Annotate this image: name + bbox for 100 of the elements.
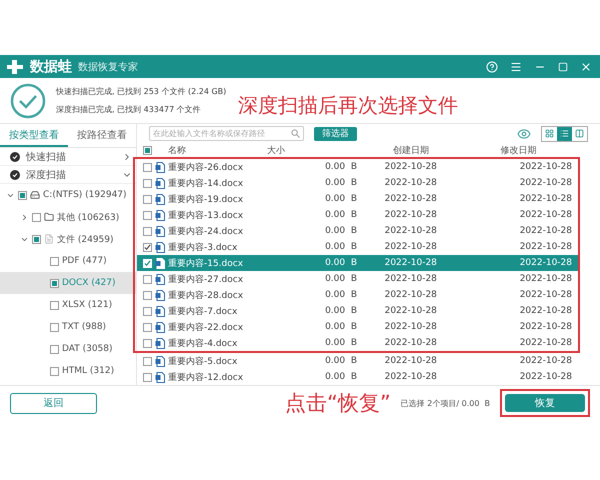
checkbox[interactable] — [143, 290, 152, 300]
file-row[interactable]: 重要内容-15.docx 0.00 B 2022-10-28 2022-10-28 — [137, 255, 578, 271]
file-name: 重要内容-13.docx — [168, 210, 244, 222]
scan-mode-item[interactable]: 深度扫描 — [0, 166, 136, 184]
date-cell-text: 2022-10-28 — [384, 242, 438, 252]
checkbox[interactable] — [50, 322, 59, 332]
list-icon — [560, 129, 569, 138]
search-field[interactable]: 在此处输入文件名称或保存路径 — [149, 126, 304, 142]
size-cell-text: 0.00 B — [324, 356, 357, 366]
file-name: 重要内容-26.docx — [168, 162, 244, 174]
file-name: 重要内容-3.docx — [168, 242, 238, 254]
file-row[interactable]: 重要内容-4.docx 0.00 B 2022-10-28 2022-10-28 — [137, 335, 578, 351]
checkbox[interactable] — [143, 162, 152, 172]
file-name: 重要内容-24.docx — [168, 226, 244, 238]
selection-summary: 已选择 2个项目/ 0.00 B — [400, 398, 490, 408]
scan-mode-label: 深度扫描 — [26, 168, 67, 182]
checkbox[interactable] — [50, 300, 59, 310]
date-cell-text: 2022-10-28 — [518, 372, 572, 382]
size-cell-text: 0.00 B — [324, 258, 357, 268]
checkbox[interactable] — [143, 226, 152, 236]
cross-logo-icon — [6, 58, 24, 74]
checkbox[interactable] — [18, 190, 27, 200]
file-row[interactable]: 重要内容-19.docx 0.00 B 2022-10-28 2022-10-28 — [137, 191, 578, 207]
date-cell-text: 2022-10-28 — [518, 322, 572, 332]
date-cell-text: 2022-10-28 — [518, 258, 572, 268]
checkbox[interactable] — [143, 306, 152, 316]
columns-icon — [575, 129, 584, 138]
date-cell-text: 2022-10-28 — [384, 226, 438, 236]
size-cell-text: 0.00 B — [324, 322, 357, 332]
file-row[interactable]: 重要内容-26.docx 0.00 B 2022-10-28 2022-10-28 — [137, 159, 578, 175]
app-subtitle: 数据恢复专家 — [78, 60, 139, 74]
size-cell-text: 0.00 B — [324, 290, 357, 300]
checkbox[interactable] — [143, 194, 152, 204]
checkbox[interactable] — [50, 366, 59, 376]
checkbox[interactable] — [143, 178, 152, 188]
file-row[interactable]: 重要内容-24.docx 0.00 B 2022-10-28 2022-10-28 — [137, 223, 578, 239]
tree-item[interactable]: TXT (988) — [0, 316, 136, 338]
checkbox[interactable] — [143, 146, 152, 155]
close-icon[interactable] — [580, 60, 592, 72]
checkbox[interactable] — [32, 212, 41, 222]
menu-icon[interactable] — [510, 60, 522, 72]
tree-item[interactable]: DAT (3058) — [0, 338, 136, 360]
recover-button[interactable]: 恢复 — [505, 394, 585, 412]
back-button[interactable]: 返回 — [10, 392, 97, 414]
checkbox[interactable] — [50, 278, 59, 288]
help-icon[interactable] — [486, 60, 498, 72]
eye-icon[interactable] — [517, 126, 531, 141]
column-header[interactable]: 大小 — [267, 144, 357, 157]
column-header[interactable]: 创建日期 — [357, 144, 464, 157]
document-icon — [155, 338, 165, 348]
checkbox[interactable] — [143, 242, 152, 252]
file-row[interactable]: 重要内容-27.docx 0.00 B 2022-10-28 2022-10-28 — [137, 271, 578, 287]
view-tab[interactable]: 按路径查看 — [68, 124, 136, 147]
document-icon — [155, 194, 165, 204]
tree-item[interactable]: C:(NTFS) (192947) — [0, 184, 136, 206]
document-icon — [155, 242, 165, 252]
checkbox[interactable] — [143, 210, 152, 220]
column-header[interactable]: 名称 — [168, 144, 186, 157]
date-cell-text: 2022-10-28 — [518, 274, 572, 284]
checkbox[interactable] — [143, 322, 152, 332]
checkbox[interactable] — [143, 338, 152, 348]
date-cell-text: 2022-10-28 — [384, 274, 438, 284]
view-mode-button[interactable] — [557, 126, 572, 141]
size-cell-text: 0.00 B — [324, 194, 357, 204]
file-row[interactable]: 重要内容-13.docx 0.00 B 2022-10-28 2022-10-28 — [137, 207, 578, 223]
tree-item[interactable]: HTML (312) — [0, 360, 136, 382]
file-row[interactable]: 重要内容-7.docx 0.00 B 2022-10-28 2022-10-28 — [137, 303, 578, 319]
document-icon — [155, 226, 165, 236]
checkbox[interactable] — [50, 256, 59, 266]
date-cell-text: 2022-10-28 — [384, 356, 438, 366]
filter-button[interactable]: 筛选器 — [314, 126, 357, 141]
date-cell-text: 2022-10-28 — [384, 290, 438, 300]
checkbox[interactable] — [32, 234, 41, 244]
tree-item[interactable]: 文件 (24959) — [0, 228, 136, 250]
file-row[interactable]: 重要内容-14.docx 0.00 B 2022-10-28 2022-10-28 — [137, 175, 578, 191]
file-row[interactable]: 重要内容-12.docx 0.00 B 2022-10-28 2022-10-28 — [137, 369, 578, 385]
date-cell-text: 2022-10-28 — [384, 210, 438, 220]
file-row[interactable]: 重要内容-22.docx 0.00 B 2022-10-28 2022-10-28 — [137, 319, 578, 335]
checkbox[interactable] — [50, 344, 59, 354]
maximize-icon[interactable] — [558, 62, 568, 72]
view-tab[interactable]: 按类型查看 — [0, 124, 68, 147]
date-cell-text: 2022-10-28 — [384, 178, 438, 188]
file-row[interactable]: 重要内容-3.docx 0.00 B 2022-10-28 2022-10-28 — [137, 239, 578, 255]
scan-status-text: 快速扫描已完成, 已找到 253 个文件 (2.24 GB) — [56, 86, 226, 97]
checkbox[interactable] — [143, 372, 152, 382]
tree-item[interactable]: 其他 (106263) — [0, 206, 136, 228]
file-name: 重要内容-15.docx — [168, 258, 244, 270]
column-header[interactable]: 修改日期 — [464, 144, 572, 157]
scan-mode-item[interactable]: 快速扫描 — [0, 148, 136, 166]
document-icon — [155, 210, 165, 220]
check-dot-icon — [10, 170, 20, 180]
checkbox[interactable] — [143, 274, 152, 284]
tree-item[interactable]: PDF (477) — [0, 250, 136, 272]
checkbox[interactable] — [143, 258, 152, 268]
file-row[interactable]: 重要内容-28.docx 0.00 B 2022-10-28 2022-10-28 — [137, 287, 578, 303]
document-icon — [155, 274, 165, 284]
file-row[interactable]: 重要内容-5.docx 0.00 B 2022-10-28 2022-10-28 — [137, 353, 578, 369]
date-cell-text: 2022-10-28 — [518, 306, 572, 316]
tree-item[interactable]: XLSX (121) — [0, 294, 136, 316]
checkbox[interactable] — [143, 356, 152, 366]
